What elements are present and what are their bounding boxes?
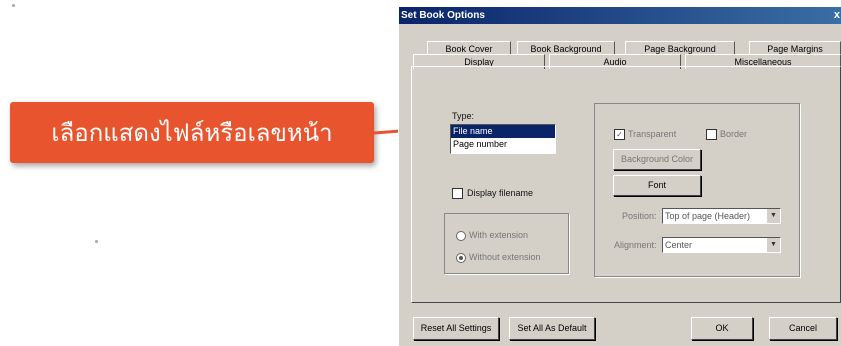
type-label: Type: [452,111,475,121]
speck [12,4,15,7]
border-checkbox[interactable] [706,129,717,140]
callout-text: เลือกแสดงไฟล์หรือเลขหน้า [51,119,333,147]
close-icon[interactable]: x [834,7,840,24]
type-option-page-number[interactable]: Page number [451,138,555,151]
dialog-title: Set Book Options [401,10,485,21]
title-bar: Set Book Options x [399,7,841,24]
alignment-value: Center [665,240,693,250]
annotation-callout: เลือกแสดงไฟล์หรือเลขหน้า [10,102,374,163]
transparent-checkbox[interactable]: ✓ [614,129,625,140]
type-option-file-name[interactable]: File name [451,125,555,138]
without-extension-label: Without extension [469,252,541,262]
speck [95,240,98,243]
cancel-button[interactable]: Cancel [769,317,837,340]
position-value: Top of page (Header) [665,211,751,221]
border-label: Border [720,129,748,139]
reset-all-settings-button[interactable]: Reset All Settings [413,317,499,340]
alignment-select[interactable]: Center ▼ [662,237,781,253]
ok-button[interactable]: OK [691,317,753,340]
with-extension-radio[interactable] [456,231,466,241]
extension-group [444,213,569,274]
display-filename-checkbox[interactable] [452,188,463,199]
font-button[interactable]: Font [613,175,701,196]
transparent-label: Transparent [628,129,677,139]
alignment-label: Alignment: [614,240,657,250]
chevron-down-icon[interactable]: ▼ [766,238,780,252]
type-listbox[interactable]: File name Page number [450,124,556,154]
display-filename-label: Display filename [467,188,534,198]
position-select[interactable]: Top of page (Header) ▼ [662,208,781,224]
set-all-as-default-button[interactable]: Set All As Default [509,317,595,340]
without-extension-radio[interactable] [456,253,466,263]
set-book-options-dialog: Set Book Options x Book Cover Book Backg… [398,6,841,346]
position-label: Position: [622,211,657,221]
chevron-down-icon[interactable]: ▼ [766,209,780,223]
background-color-button[interactable]: Background Color [613,149,701,170]
with-extension-label: With extension [469,230,529,240]
display-panel: Type: File name Page number Display file… [411,66,841,303]
